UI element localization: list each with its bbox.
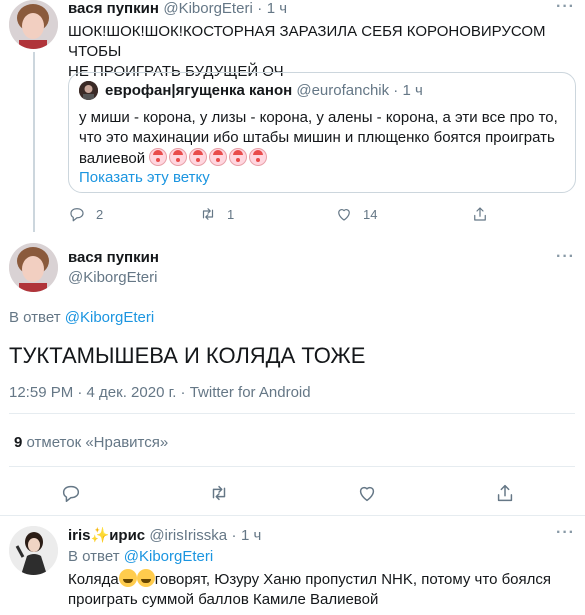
author-handle[interactable]: @KiborgEteri <box>163 0 252 17</box>
likes-summary[interactable]: 9 отметок «Нравится» <box>14 434 168 451</box>
quoted-tweet[interactable]: еврофан|ягущенка канон @eurofanchik · 1 … <box>68 72 576 193</box>
focused-tweet-actions <box>60 482 516 504</box>
likes-count: 9 <box>14 434 23 451</box>
quote-header: еврофан|ягущенка канон @eurofanchik · 1 … <box>105 82 423 99</box>
show-thread-link[interactable]: Показать эту ветку <box>79 169 210 186</box>
quote-time[interactable]: 1 ч <box>402 82 422 99</box>
clown-emoji <box>229 148 248 166</box>
clown-emoji <box>149 148 168 166</box>
retweet-button[interactable]: 1 <box>199 205 335 223</box>
divider <box>9 413 575 414</box>
sparkles-icon: ✨ <box>90 527 110 544</box>
quote-text-line: что это махинации ибо штабы мишин и плющ… <box>79 129 555 146</box>
retweet-icon <box>202 208 214 220</box>
more-icon[interactable]: ··· <box>556 248 575 266</box>
separator-dot: · <box>257 0 263 17</box>
clown-emoji <box>169 148 188 166</box>
likes-label: отметок «Нравится» <box>26 434 169 451</box>
tweet-text: Коляда говорят, Юзуру Ханю пропустил NHK,… <box>68 569 578 610</box>
reply-to-link[interactable]: @KiborgEteri <box>65 309 154 326</box>
like-icon <box>359 486 375 502</box>
share-button[interactable] <box>471 205 489 223</box>
tweet-time[interactable]: 1 ч <box>267 0 287 17</box>
reply-prefix: В ответ <box>68 548 120 565</box>
clown-emoji <box>189 148 208 166</box>
more-icon[interactable]: ··· <box>556 524 575 542</box>
tweet-text-fragment: Коляда <box>68 571 119 588</box>
divider <box>9 466 575 467</box>
share-icon <box>474 207 486 221</box>
tweet-time[interactable]: 1 ч <box>241 527 261 544</box>
author-handle[interactable]: @KiborgEteri <box>68 269 159 286</box>
reply-button[interactable] <box>60 482 208 504</box>
reply-icon <box>62 485 80 502</box>
author-name-suffix: ирис <box>109 527 146 544</box>
avatar[interactable] <box>9 526 58 575</box>
reply-count: 2 <box>96 206 104 222</box>
quote-avatar[interactable] <box>79 81 98 100</box>
avatar[interactable] <box>9 243 58 292</box>
tweet-header: вася пупкин @KiborgEteri · 1 ч <box>68 0 287 18</box>
like-button[interactable]: 14 <box>335 205 471 223</box>
quote-text-line: валиевой <box>79 148 567 169</box>
reply-to-link[interactable]: @KiborgEteri <box>124 548 213 565</box>
tweet-actions: 2 1 14 <box>68 205 489 223</box>
author-block: вася пупкин @KiborgEteri <box>68 249 159 286</box>
share-button[interactable] <box>494 482 516 504</box>
tweet-header: iris✨ирис @irisIrisska · 1 ч <box>68 526 261 545</box>
reply-button[interactable]: 2 <box>68 205 199 223</box>
avatar-image <box>9 243 58 292</box>
author-name[interactable]: iris✨ирис <box>68 527 149 544</box>
like-button[interactable] <box>356 482 494 504</box>
retweet-icon <box>212 485 226 501</box>
reply-prefix: В ответ <box>9 309 61 326</box>
quote-text: у миши - корона, у лизы - корона, у ален… <box>79 108 567 169</box>
like-icon <box>338 209 350 221</box>
tweet-text-line: ШОК!ШОК!ШОК!КОСТОРНАЯ ЗАРАЗИЛА СЕБЯ КОРО… <box>68 23 546 60</box>
separator-dot: · <box>393 82 399 99</box>
retweet-count: 1 <box>227 206 235 222</box>
avatar[interactable] <box>9 0 58 49</box>
quote-author-name[interactable]: еврофан|ягущенка канон <box>105 82 292 99</box>
author-handle[interactable]: @irisIrisska <box>149 527 227 544</box>
more-icon[interactable]: ··· <box>556 0 575 16</box>
quote-text-fragment: валиевой <box>79 150 146 167</box>
share-icon <box>497 484 513 502</box>
reply-context: В ответ @KiborgEteri <box>68 548 213 565</box>
cry-emoji <box>118 569 137 587</box>
avatar-image <box>9 526 58 575</box>
reply-context: В ответ @KiborgEteri <box>9 309 154 326</box>
like-count: 14 <box>363 206 378 222</box>
avatar-image <box>9 0 58 49</box>
author-name[interactable]: вася пупкин <box>68 0 159 17</box>
tweet-text-line: Коляда говорят, Юзуру Ханю пропустил NHK,… <box>68 569 578 590</box>
quote-text-line: у миши - корона, у лизы - корона, у ален… <box>79 109 558 126</box>
tweet-text-line: проиграть суммой баллов Камиле Валиевой <box>68 591 379 608</box>
retweet-button[interactable] <box>208 482 356 504</box>
author-name-text: iris <box>68 527 91 544</box>
tweet-3[interactable]: iris✨ирис @irisIrisska · 1 ч ··· В ответ… <box>0 516 585 615</box>
tweet-timestamp[interactable]: 12:59 PM · 4 дек. 2020 г. · Twitter for … <box>9 384 311 401</box>
tweet-text-fragment: говорят, Юзуру Ханю пропустил NHK, потом… <box>154 571 552 588</box>
thread-line <box>33 52 35 232</box>
quote-author-handle[interactable]: @eurofanchik <box>296 82 389 99</box>
reply-icon <box>70 208 84 222</box>
author-name[interactable]: вася пупкин <box>68 249 159 266</box>
clown-emoji <box>209 148 228 166</box>
clown-emoji <box>249 148 268 166</box>
tweet-text: ТУКТАМЫШЕВА И КОЛЯДА ТОЖЕ <box>9 343 366 368</box>
cry-emoji <box>136 569 155 587</box>
tweet-1[interactable]: вася пупкин @KiborgEteri · 1 ч ··· ШОК!Ш… <box>0 0 585 240</box>
separator-dot: · <box>231 527 237 544</box>
tweet-2-focused: вася пупкин @KiborgEteri ··· В ответ @Ki… <box>0 240 585 505</box>
